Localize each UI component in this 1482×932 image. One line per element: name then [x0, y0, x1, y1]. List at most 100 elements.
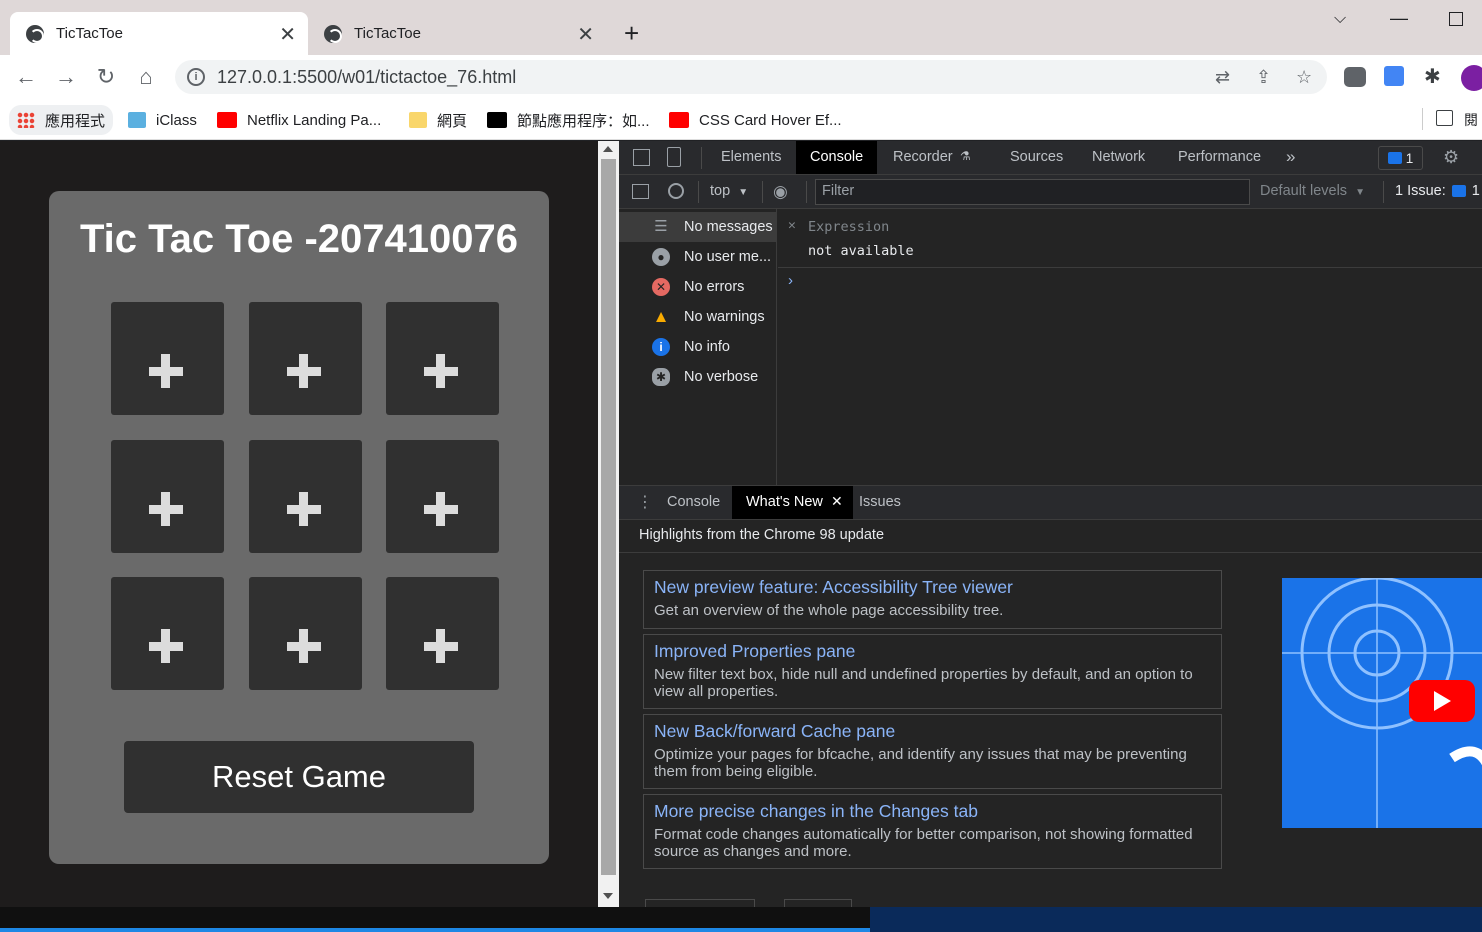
issues-counter[interactable]: 1 Issue: 1: [1395, 183, 1480, 199]
whats-new-title[interactable]: Improved Properties pane: [654, 641, 1211, 662]
board-cell[interactable]: [111, 577, 224, 690]
whats-new-item[interactable]: New Back/forward Cache pane Optimize you…: [643, 714, 1222, 789]
reading-list-label[interactable]: 閱: [1464, 110, 1478, 130]
tab-performance[interactable]: Performance: [1164, 141, 1275, 174]
share-icon[interactable]: ⇪: [1256, 67, 1271, 88]
whats-new-title[interactable]: More precise changes in the Changes tab: [654, 801, 1211, 822]
sidebar-item-errors[interactable]: ✕ No errors: [619, 272, 776, 302]
remove-expression-icon[interactable]: ✕: [788, 218, 796, 233]
browser-toolbar: ← → ↻ ⌂ i 127.0.0.1:5500/w01/tictactoe_7…: [0, 55, 1482, 100]
more-tabs-icon[interactable]: »: [1286, 147, 1295, 167]
page-scrollbar[interactable]: [598, 141, 619, 907]
bookmark-folder[interactable]: 網頁: [409, 108, 467, 132]
tab-elements[interactable]: Elements: [707, 141, 795, 174]
whats-new-item[interactable]: Improved Properties pane New filter text…: [643, 634, 1222, 709]
info-icon[interactable]: i: [187, 68, 205, 86]
clear-console-icon[interactable]: [668, 183, 684, 199]
sidebar-item-warnings[interactable]: ▲ No warnings: [619, 302, 776, 332]
sidebar-toggle-icon[interactable]: [632, 184, 649, 199]
context-select[interactable]: top ▼: [710, 183, 748, 199]
maximize-icon[interactable]: [1449, 12, 1463, 26]
extensions-icon[interactable]: ✱: [1424, 64, 1441, 89]
iclass-icon: [128, 112, 146, 128]
whats-new-desc: Optimize your pages for bfcache, and ide…: [654, 746, 1187, 780]
bookmark-netflix[interactable]: Netflix Landing Pa...: [217, 108, 381, 132]
chat-extension-icon[interactable]: [1344, 67, 1366, 87]
device-toolbar-icon[interactable]: [667, 147, 681, 167]
tab-sources[interactable]: Sources: [996, 141, 1077, 174]
plus-icon: [424, 629, 458, 663]
youtube-icon: [669, 112, 689, 128]
devtools-tabbar: Elements Console Recorder ⚗ Sources Netw…: [619, 141, 1482, 175]
close-tab-icon[interactable]: ✕: [577, 22, 594, 47]
prompt-chevron-icon[interactable]: ›: [788, 272, 793, 289]
plus-icon: [149, 354, 183, 388]
sidebar-item-user-messages[interactable]: ● No user me...: [619, 242, 776, 272]
whats-new-item[interactable]: New preview feature: Accessibility Tree …: [643, 570, 1222, 629]
apps-icon: [17, 112, 35, 128]
back-icon[interactable]: ←: [12, 63, 40, 91]
console-sidebar: ☰ No messages ● No user me... ✕ No error…: [619, 209, 777, 485]
board-cell[interactable]: [386, 440, 499, 553]
list-icon: ☰: [654, 218, 668, 235]
live-expression-eye-icon[interactable]: ◉: [773, 182, 788, 202]
message-icon: [1387, 152, 1402, 164]
settings-gear-icon[interactable]: ⚙: [1443, 147, 1459, 168]
board-cell[interactable]: [249, 302, 362, 415]
scroll-down-icon[interactable]: [603, 893, 613, 899]
bookmark-label: 節點應用程序：如...: [517, 112, 650, 130]
reload-icon[interactable]: ↻: [92, 63, 120, 91]
translate-icon[interactable]: ⇄: [1215, 67, 1230, 88]
home-icon[interactable]: ⌂: [132, 63, 160, 91]
bookmark-apps[interactable]: 應用程式: [9, 105, 114, 135]
forward-icon[interactable]: →: [52, 63, 80, 91]
reading-list-icon[interactable]: [1436, 110, 1453, 126]
address-bar[interactable]: i 127.0.0.1:5500/w01/tictactoe_76.html ⇄…: [175, 60, 1327, 94]
plus-icon: [149, 629, 183, 663]
scroll-thumb[interactable]: [601, 159, 616, 875]
tab-recorder[interactable]: Recorder: [879, 141, 967, 174]
drawer-tab-issues[interactable]: Issues: [845, 486, 915, 519]
profile-avatar[interactable]: [1461, 65, 1482, 91]
warning-icon: ▲: [652, 307, 670, 326]
tab-network[interactable]: Network: [1078, 141, 1159, 174]
whats-new-title[interactable]: New preview feature: Accessibility Tree …: [654, 577, 1211, 598]
tab-console[interactable]: Console: [796, 141, 878, 174]
devtools-panel: Elements Console Recorder ⚗ Sources Netw…: [619, 141, 1482, 907]
board-cell[interactable]: [386, 302, 499, 415]
star-icon[interactable]: ☆: [1296, 67, 1312, 88]
sidebar-item-verbose[interactable]: ✱ No verbose: [619, 362, 776, 392]
drawer-menu-icon[interactable]: ⋮: [637, 492, 653, 512]
messages-badge[interactable]: 1: [1378, 146, 1423, 170]
expression-label[interactable]: Expression: [808, 219, 889, 235]
board-cell[interactable]: [111, 440, 224, 553]
bookmark-iclass[interactable]: iClass: [128, 108, 197, 132]
new-tab-icon[interactable]: +: [624, 18, 639, 49]
close-tab-icon[interactable]: ✕: [279, 22, 296, 47]
tab-search-icon[interactable]: ⌵: [1334, 10, 1346, 28]
whats-new-item[interactable]: More precise changes in the Changes tab …: [643, 794, 1222, 869]
bookmark-dev[interactable]: 節點應用程序：如...: [487, 108, 650, 132]
board-cell[interactable]: [249, 440, 362, 553]
log-levels-select[interactable]: Default levels ▼: [1260, 183, 1365, 199]
filter-input[interactable]: Filter: [815, 179, 1250, 205]
whats-new-title[interactable]: New Back/forward Cache pane: [654, 721, 1211, 742]
board-cell[interactable]: [111, 302, 224, 415]
video-thumbnail[interactable]: [1282, 578, 1482, 828]
sidebar-item-info[interactable]: i No info: [619, 332, 776, 362]
sidebar-item-messages[interactable]: ☰ No messages: [619, 212, 776, 242]
close-drawer-tab-icon[interactable]: ✕: [831, 493, 843, 510]
minimize-icon[interactable]: —: [1390, 8, 1408, 29]
inspect-element-icon[interactable]: [633, 149, 650, 166]
youtube-play-icon[interactable]: [1409, 680, 1475, 722]
board-cell[interactable]: [386, 577, 499, 690]
scroll-up-icon[interactable]: [603, 146, 613, 152]
reset-game-button[interactable]: Reset Game: [124, 741, 474, 813]
expression-value: not available: [808, 243, 914, 259]
browser-tab[interactable]: TicTacToe ✕: [308, 12, 606, 55]
board-cell[interactable]: [249, 577, 362, 690]
browser-tab-active[interactable]: TicTacToe ✕: [10, 12, 308, 55]
drawer-tab-console[interactable]: Console: [653, 486, 734, 519]
bookmark-css-card[interactable]: CSS Card Hover Ef...: [669, 108, 842, 132]
google-translate-icon[interactable]: [1384, 66, 1404, 86]
